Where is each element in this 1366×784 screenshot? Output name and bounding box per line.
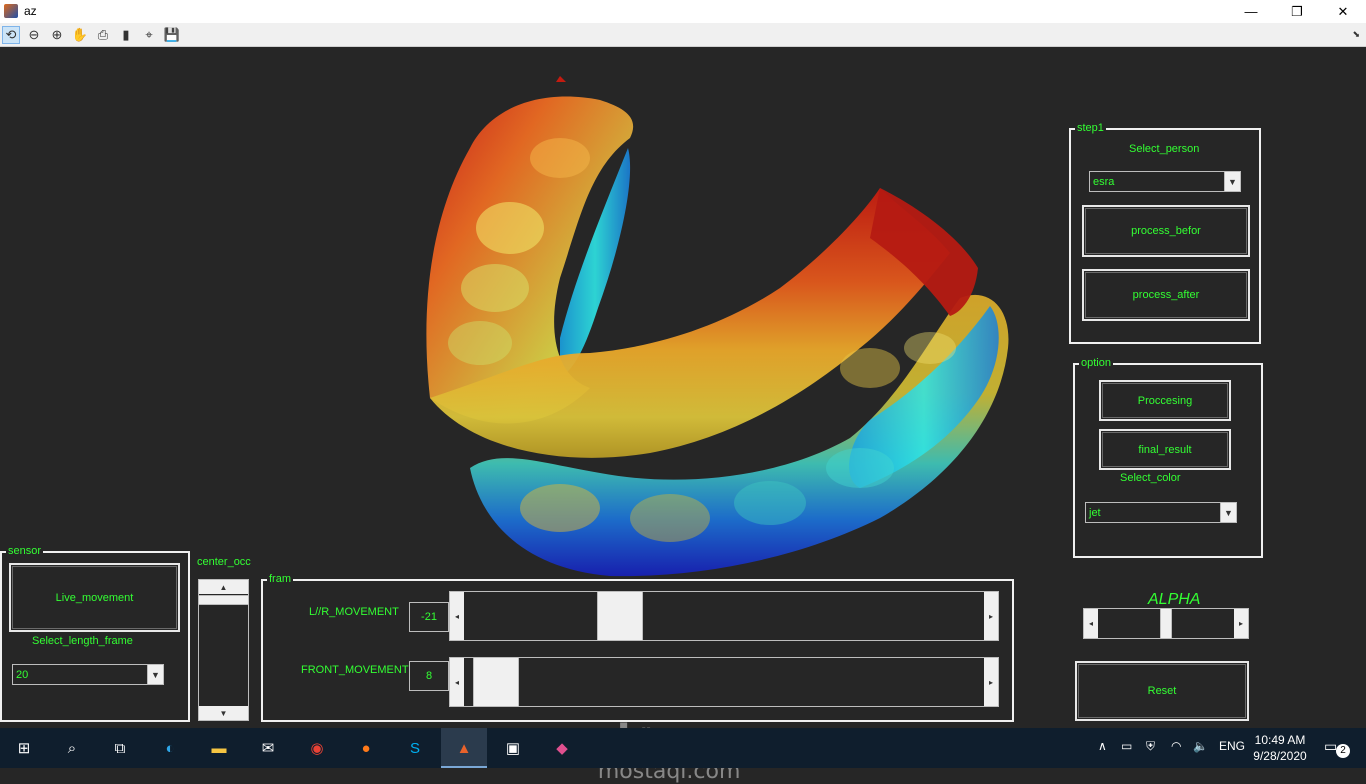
tooth-highlight [476,202,544,254]
scan-fragment [556,76,566,82]
colormap-select-value: jet [1089,507,1101,519]
reset-button[interactable]: Reset [1075,661,1249,721]
tooth-highlight [461,264,529,312]
slider-left-arrow-icon[interactable]: ◂ [1084,609,1098,638]
tooth-highlight [904,332,956,364]
zoom-in-icon[interactable]: ⊕ [48,26,66,44]
process-before-button[interactable]: process_befor [1082,205,1250,257]
title-bar: az — ❐ ✕ [0,0,1366,23]
front-movement-slider[interactable]: ◂ ▸ [449,657,999,707]
person-select-value: esra [1093,176,1115,188]
process-after-button[interactable]: process_after [1082,269,1250,321]
tooth-highlight [734,481,806,525]
save-icon[interactable]: 💾 [163,26,181,44]
select-length-frame-label: Select_length_frame [32,635,133,647]
sensor-panel-title: sensor [6,545,44,557]
chevron-down-icon[interactable]: ▼ [1220,503,1236,522]
final-result-button[interactable]: final_result [1099,429,1231,470]
language-indicator[interactable]: ENG [1219,739,1245,753]
tray-chevron-icon[interactable]: ∧ [1098,739,1107,753]
alpha-slider[interactable]: ◂ ▸ [1083,608,1249,639]
center-occ-slider-thumb[interactable] [199,595,248,605]
mail-icon[interactable]: ✉ [256,736,280,760]
clock[interactable]: 10:49 AM 9/28/2020 [1252,732,1308,764]
slider-right-arrow-icon[interactable]: ▸ [1234,609,1248,638]
fram-panel-title: fram [267,573,293,585]
colorbar-icon[interactable]: ▮ [117,26,135,44]
window-title: az [24,4,37,18]
select-color-label: Select_color [1120,472,1181,484]
slider-left-arrow-icon[interactable]: ◂ [450,592,464,640]
alpha-slider-thumb[interactable] [1160,609,1172,638]
lr-movement-slider-thumb[interactable] [596,592,643,640]
clock-date: 9/28/2020 [1253,749,1307,763]
maps-icon[interactable]: ◆ [550,736,574,760]
slider-left-arrow-icon[interactable]: ◂ [450,658,464,706]
zoom-out-icon[interactable]: ⊖ [25,26,43,44]
lr-movement-value[interactable]: -21 [409,602,449,632]
matlab-app-icon [4,4,18,18]
front-movement-label: FRONT_MOVEMENT [301,664,409,676]
tooth-highlight [520,484,600,532]
chevron-down-icon[interactable]: ▼ [1224,172,1240,191]
select-person-label: Select_person [1129,143,1200,155]
length-frame-select[interactable]: 20 ▼ [12,664,164,685]
live-movement-button[interactable]: Live_movement [9,563,180,632]
photos-icon[interactable]: ▣ [501,736,525,760]
slider-right-arrow-icon[interactable]: ▸ [984,592,998,640]
matlab-icon[interactable]: ▲ [452,736,476,760]
clock-time: 10:49 AM [1254,733,1306,747]
notifications-icon[interactable]: ▭ 2 [1324,738,1350,758]
colormap-select[interactable]: jet ▼ [1085,502,1237,523]
chrome-icon[interactable]: ◉ [305,736,329,760]
slider-up-arrow-icon[interactable]: ▲ [199,580,248,594]
slider-down-arrow-icon[interactable]: ▼ [199,706,248,720]
tooth-highlight [840,348,900,388]
wifi-icon[interactable]: ◠ [1171,739,1181,753]
center-occ-label: center_occ [197,556,251,568]
alpha-label: ALPHA [1148,591,1201,608]
lr-movement-label: L//R_MOVEMENT [309,606,399,618]
close-button[interactable]: ✕ [1320,0,1366,23]
windows-start-icon[interactable]: ⊞ [12,736,36,760]
battery-icon[interactable]: ▭ [1121,739,1132,753]
rotate-3d-icon[interactable]: ⟲ [2,26,20,44]
person-select[interactable]: esra ▼ [1089,171,1241,192]
figure-canvas: step1 Select_person esra ▼ process_befor… [0,48,1366,784]
data-cursor-icon[interactable]: ⌖ [140,26,158,44]
tooth-highlight [826,448,894,488]
option-panel-title: option [1079,357,1113,369]
edge-icon[interactable]: ◐ [158,736,182,760]
chevron-down-icon[interactable]: ▼ [147,665,163,684]
skype-icon[interactable]: S [403,736,427,760]
front-movement-slider-thumb[interactable] [473,658,520,706]
processing-button[interactable]: Proccesing [1099,380,1231,421]
task-view-icon[interactable]: ⧉ [108,736,132,760]
search-icon[interactable]: ⌕ [60,736,84,760]
center-occ-vertical-slider[interactable]: ▲ ▼ [198,579,249,721]
tooth-highlight [530,138,590,178]
tooth-highlight [448,321,512,365]
step1-panel-title: step1 [1075,122,1106,134]
firefox-icon[interactable]: ● [354,736,378,760]
windows-taskbar: ⊞ ⌕ ⧉ ◐ ▬ ✉ ◉ ● S ▲ ▣ ◆ ∧ ▭ ⛨ ◠ 🔈 ENG 10… [0,728,1366,768]
file-explorer-icon[interactable]: ▬ [207,736,231,760]
tooth-highlight [630,494,710,542]
slider-right-arrow-icon[interactable]: ▸ [984,658,998,706]
print-icon[interactable]: ⎙ [94,26,112,44]
minimize-button[interactable]: — [1228,0,1274,23]
security-icon[interactable]: ⛨ [1146,739,1155,754]
volume-icon[interactable]: 🔈 [1193,739,1208,753]
restore-button[interactable]: ❐ [1274,0,1320,23]
figure-toolbar: ⟲ ⊖ ⊕ ✋ ⎙ ▮ ⌖ 💾 ⬊ [0,23,1366,47]
front-movement-value[interactable]: 8 [409,661,449,691]
lr-movement-slider[interactable]: ◂ ▸ [449,591,999,641]
notifications-count: 2 [1336,744,1350,758]
length-frame-select-value: 20 [16,669,29,681]
pan-hand-icon[interactable]: ✋ [71,26,89,44]
dock-icon[interactable]: ⬊ [1352,29,1360,40]
